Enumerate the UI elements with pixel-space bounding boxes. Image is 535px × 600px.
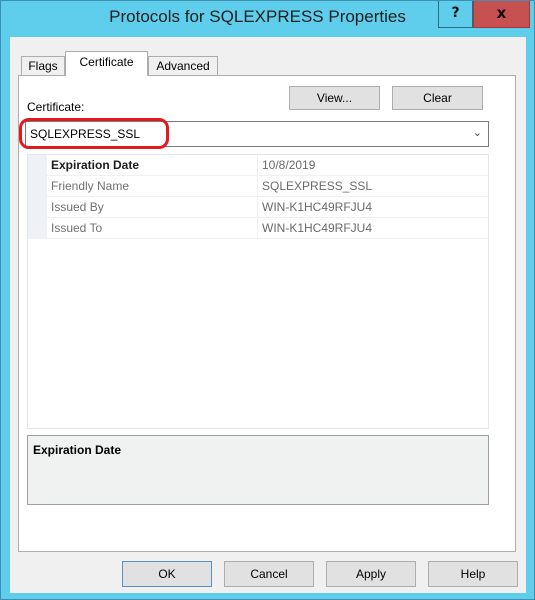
view-button[interactable]: View...	[289, 86, 380, 110]
certificate-dropdown[interactable]: SQLEXPRESS_SSL ⌄	[25, 121, 489, 147]
column-divider	[257, 197, 258, 218]
property-name: Expiration Date	[51, 158, 140, 172]
column-divider	[257, 155, 258, 176]
dialog-client: Flags Certificate Advanced Certificate: …	[10, 37, 526, 593]
apply-button[interactable]: Apply	[326, 561, 416, 587]
description-title: Expiration Date	[33, 443, 122, 457]
certificate-label: Certificate:	[27, 100, 85, 114]
property-value: 10/8/2019	[262, 158, 316, 172]
tab-advanced[interactable]: Advanced	[148, 56, 218, 76]
property-name: Issued To	[51, 221, 103, 235]
ok-button[interactable]: OK	[122, 561, 212, 587]
certificate-dropdown-value: SQLEXPRESS_SSL	[30, 127, 141, 141]
column-divider	[257, 218, 258, 239]
property-name: Friendly Name	[51, 179, 130, 193]
column-divider	[257, 176, 258, 197]
property-value: WIN-K1HC49RFJU4	[262, 221, 373, 235]
certificate-properties-grid: Expiration Date 10/8/2019 Friendly Name …	[27, 154, 489, 429]
property-value: SQLEXPRESS_SSL	[262, 179, 373, 193]
clear-button[interactable]: Clear	[392, 86, 483, 110]
title-bar[interactable]: Protocols for SQLEXPRESS Properties ? x	[1, 1, 534, 35]
help-icon[interactable]: ?	[438, 1, 473, 28]
grid-row[interactable]: Expiration Date 10/8/2019	[47, 155, 488, 176]
certificate-tab-panel: Certificate: View... Clear SQLEXPRESS_SS…	[18, 75, 516, 552]
grid-gutter	[28, 155, 47, 239]
property-name: Issued By	[51, 200, 104, 214]
window-title: Protocols for SQLEXPRESS Properties	[109, 7, 406, 26]
chevron-down-icon[interactable]: ⌄	[473, 126, 482, 139]
tab-flags[interactable]: Flags	[21, 56, 65, 76]
properties-dialog: Protocols for SQLEXPRESS Properties ? x …	[0, 0, 535, 600]
property-description-box: Expiration Date	[27, 435, 489, 505]
close-icon[interactable]: x	[473, 1, 530, 28]
property-value: WIN-K1HC49RFJU4	[262, 200, 373, 214]
grid-row[interactable]: Friendly Name SQLEXPRESS_SSL	[47, 176, 488, 197]
grid-row[interactable]: Issued To WIN-K1HC49RFJU4	[47, 218, 488, 239]
tab-certificate[interactable]: Certificate	[65, 51, 148, 76]
cancel-button[interactable]: Cancel	[224, 561, 314, 587]
help-button[interactable]: Help	[428, 561, 518, 587]
grid-row[interactable]: Issued By WIN-K1HC49RFJU4	[47, 197, 488, 218]
